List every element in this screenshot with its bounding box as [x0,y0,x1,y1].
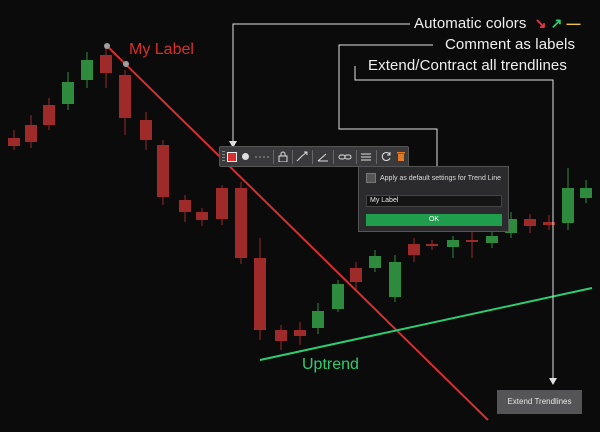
callout-automatic-colors: Automatic colors ↘ ↗ — [414,15,581,32]
toolbar-separator [355,149,357,164]
uptrend-line[interactable] [259,287,593,361]
down-arrow-icon: ↘ [534,15,547,31]
candle-body [157,145,169,197]
default-settings-label: Apply as default settings for Trend Line [380,174,502,182]
candle-body [235,188,247,258]
flat-line-icon: — [566,15,581,31]
downtrend-line[interactable] [106,45,489,421]
candle-body [43,105,55,125]
candle-body [8,138,20,146]
trash-icon[interactable] [396,149,406,165]
settings-icon[interactable] [360,149,372,165]
candle-body [179,200,191,212]
candle-body [294,330,306,336]
downtrend-label: My Label [129,41,194,58]
refresh-icon[interactable] [381,149,392,165]
ruler-icon[interactable] [317,149,329,165]
candle-body [216,188,228,219]
candle-body [408,244,420,255]
drag-handle-icon[interactable] [222,150,225,163]
candle-body [332,284,344,309]
callout-comment-as-labels: Comment as labels [445,36,576,53]
trendline-toolbar [219,146,409,167]
candle-body [426,244,438,246]
candle-body [196,212,208,220]
candle-body [254,258,266,330]
candle-body [486,236,498,243]
extend-icon[interactable] [296,149,308,165]
toolbar-separator [332,149,334,164]
candle-body [580,188,592,198]
comment-popup: Apply as default settings for Trend Line… [358,166,509,232]
default-settings-checkbox[interactable] [366,173,376,183]
candle-body [350,268,362,282]
candle-body [275,330,287,341]
callout-automatic-colors-text: Automatic colors [414,15,527,32]
candle-body [140,120,152,140]
trendline-handle-start[interactable] [104,43,110,49]
candle-body [312,311,324,328]
candle-body [369,256,381,268]
up-arrow-icon: ↗ [550,15,563,31]
circle-icon[interactable] [241,149,251,165]
uptrend-label: Uptrend [302,356,359,373]
extend-trendlines-button[interactable]: Extend Trendlines [497,390,582,414]
ok-button[interactable]: OK [366,214,502,226]
candle-body [81,60,93,80]
lock-icon[interactable] [278,149,288,165]
toolbar-separator [291,149,293,164]
label-input[interactable] [366,195,502,207]
toolbar-separator [312,149,313,164]
candle-body [389,262,401,297]
callout-extend-contract: Extend/Contract all trendlines [368,57,567,74]
candle-body [524,219,536,226]
candle-body [62,82,74,104]
line-style-icon[interactable] [254,149,269,165]
candle-body [447,240,459,247]
link-icon[interactable] [338,149,352,165]
trendline-handle-mid[interactable] [123,61,129,67]
toolbar-separator [272,149,274,164]
candle-body [119,75,131,118]
default-settings-row[interactable]: Apply as default settings for Trend Line [366,173,501,183]
candle-body [100,55,112,73]
color-swatch-icon[interactable] [226,149,237,165]
candle-body [562,188,574,223]
candle-body [466,240,478,242]
candle-body [25,125,37,142]
toolbar-separator [376,149,377,164]
